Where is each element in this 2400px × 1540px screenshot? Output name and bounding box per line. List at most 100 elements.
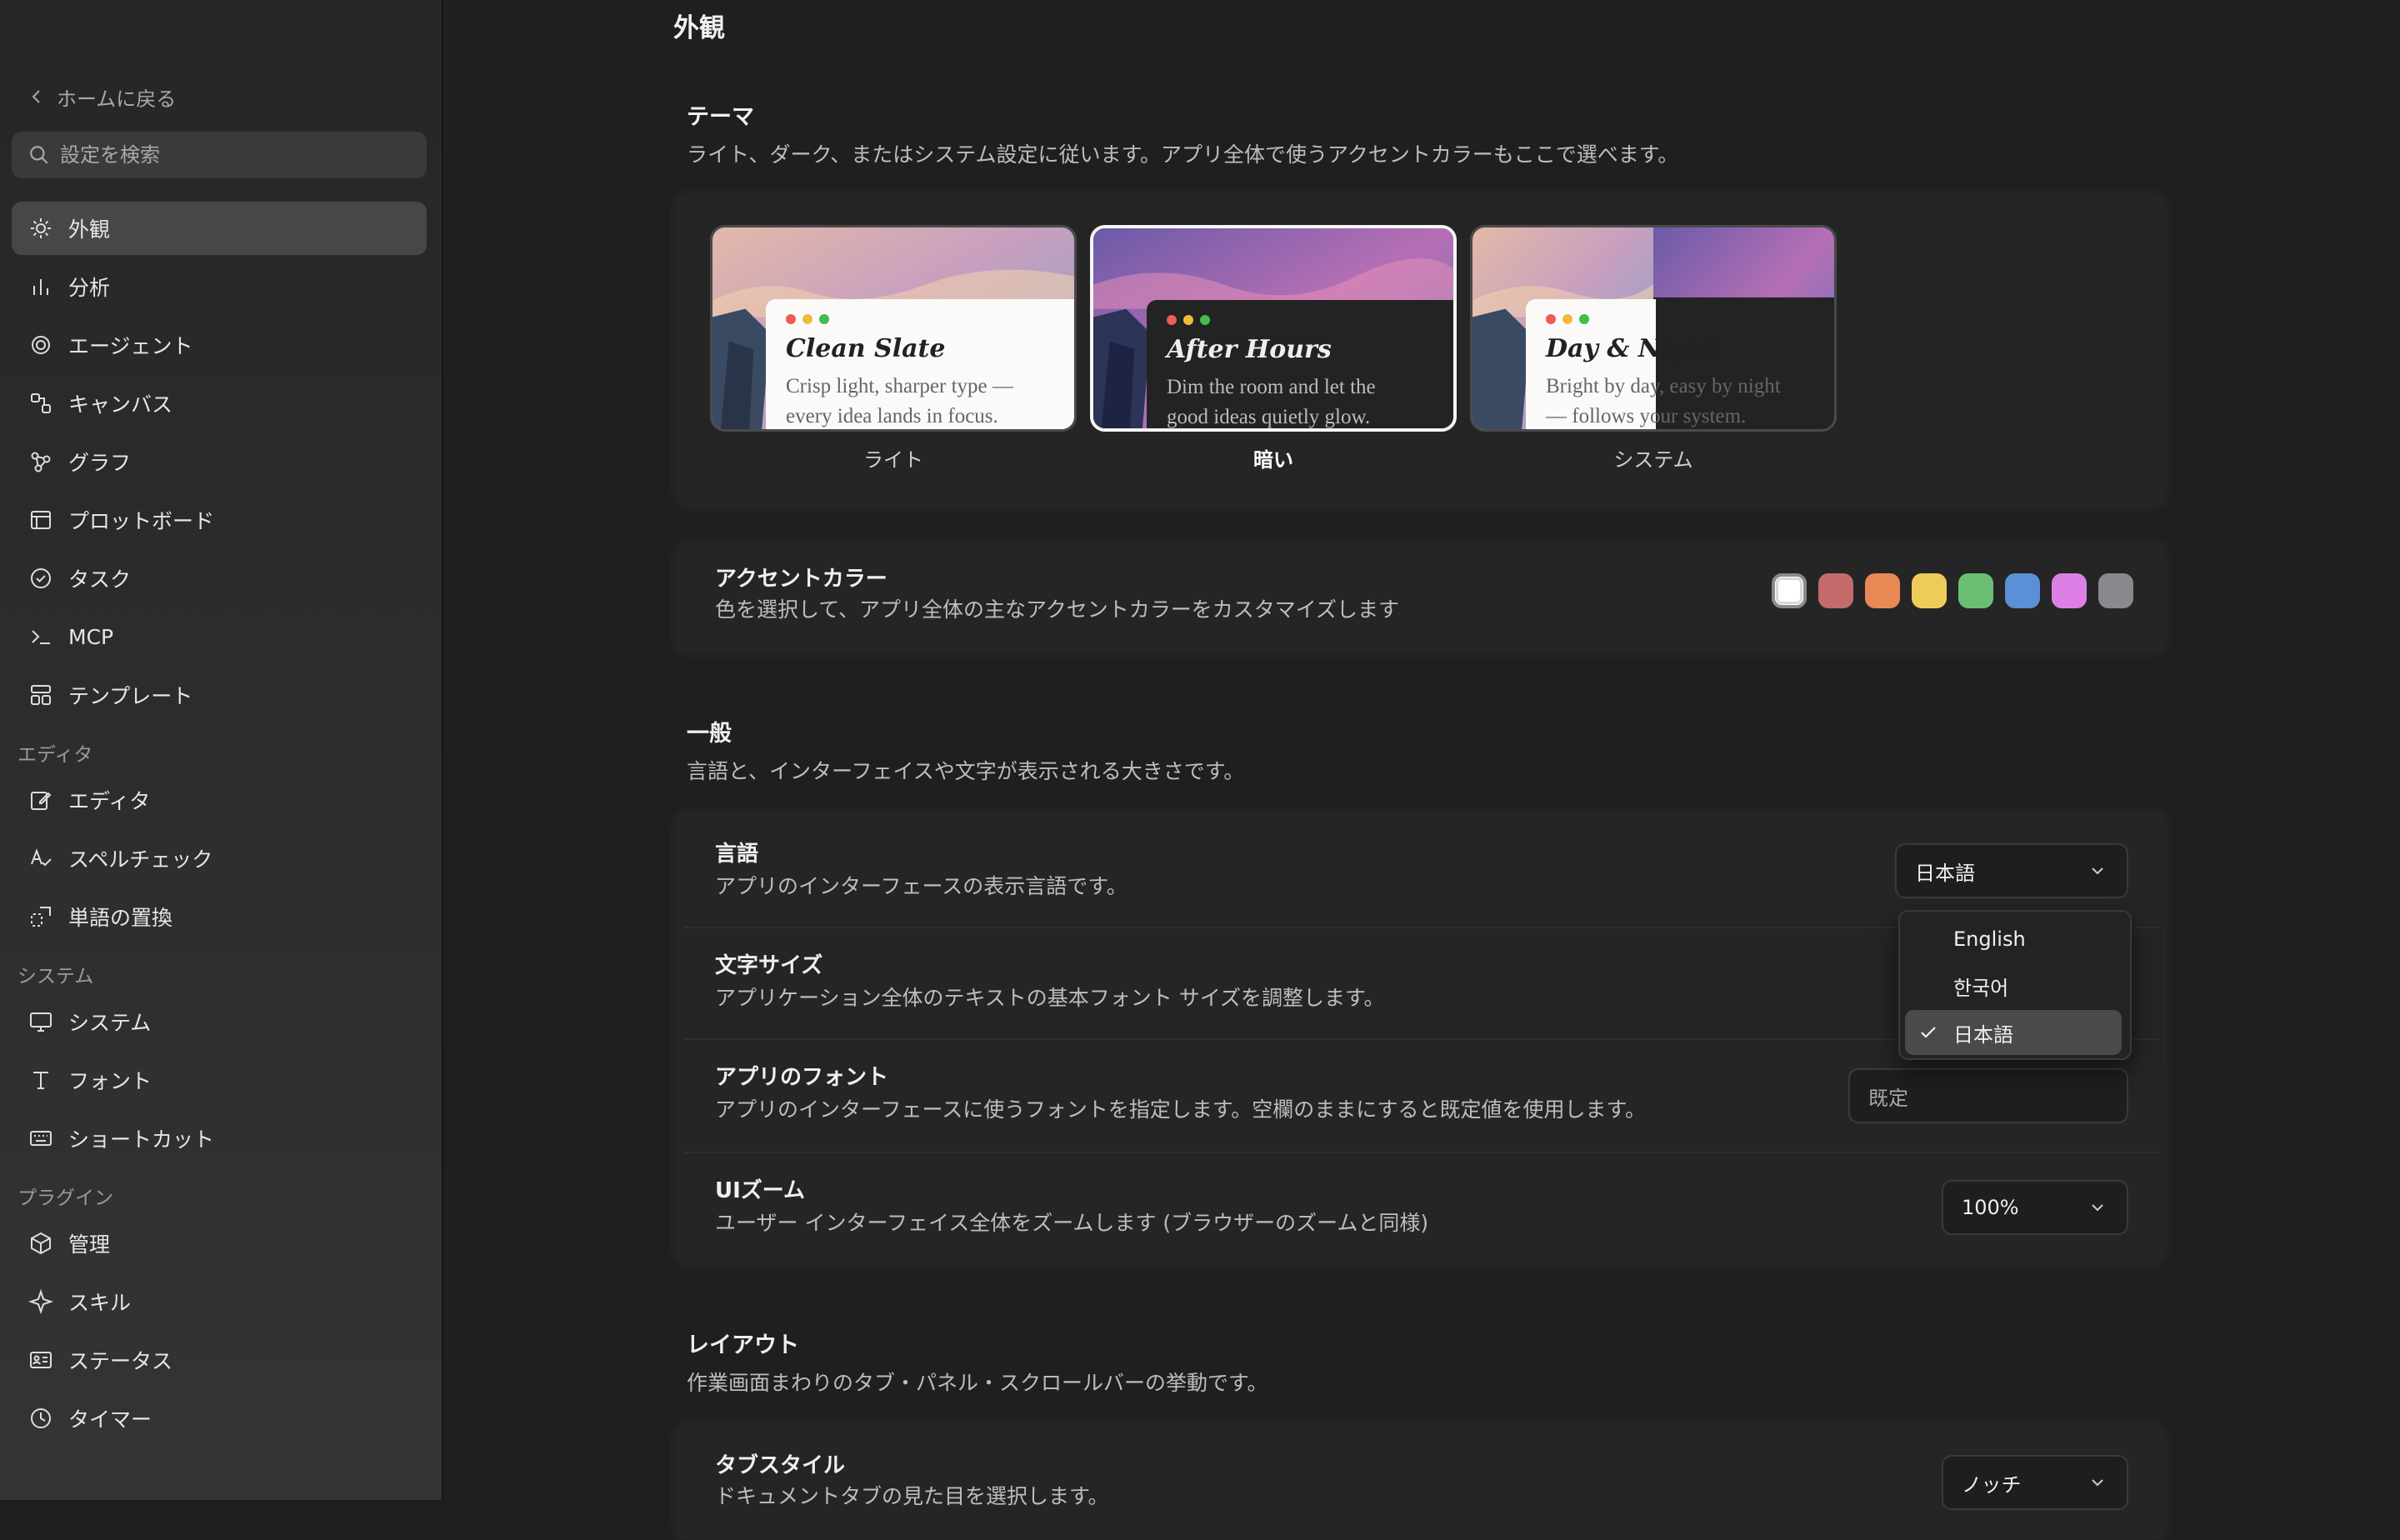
sidebar-item-agent[interactable]: エージェント [12,318,427,372]
layout-section-description: 作業画面まわりのタブ・パネル・スクロールバーの挙動です。 [687,1371,1268,1395]
theme-section-description: ライト、ダーク、またはシステム設定に従います。アプリ全体で使うアクセントカラーも… [687,142,1679,167]
row-separator [683,1152,2158,1153]
page-title: 外観 [673,13,725,43]
preview-tagline-light-2: every idea lands in focus. [786,405,998,428]
theme-label-system: システム [1613,448,1693,472]
check-circle-icon [31,568,51,588]
tab-style-select[interactable]: ノッチ [1942,1455,2128,1510]
sidebar-item-label: ショートカット [68,1128,215,1152]
sidebar-item-shortcuts[interactable]: ショートカット [12,1112,427,1165]
sidebar-item-label: グラフ [68,451,132,475]
sidebar-item-label: 単語の置換 [68,906,173,930]
sidebar-item-status[interactable]: ステータス [12,1333,427,1387]
language-dropdown-menu: English 한국어 日本語 [1898,910,2132,1060]
sidebar-item-label: システム [68,1011,152,1035]
accent-swatch[interactable] [2005,573,2040,608]
language-option-korean[interactable]: 한국어 [1905,963,2122,1008]
language-option-japanese[interactable]: 日本語 [1905,1010,2122,1055]
accent-color-description: 色を選択して、アプリ全体の主なアクセントカラーをカスタマイズします [715,598,1400,622]
sidebar-item-timer[interactable]: タイマー [12,1392,427,1445]
font-size-description: アプリケーション全体のテキストの基本フォント サイズを調整します。 [715,986,1385,1010]
theme-card: Clean Slate Crisp light, sharper type — … [675,193,2167,507]
sidebar-item-label: エージェント [68,334,193,358]
theme-option-light[interactable]: Clean Slate Crisp light, sharper type — … [710,225,1077,472]
accent-swatch[interactable] [2052,573,2087,608]
preview-tagline-dark-2: good ideas quietly glow. [1167,406,1371,428]
sidebar-item-templates[interactable]: テンプレート [12,668,427,722]
sidebar-item-graph[interactable]: グラフ [12,435,427,488]
accent-swatch[interactable] [1772,573,1807,608]
theme-option-dark[interactable]: After Hours Dim the room and let the goo… [1090,225,1457,472]
search-input[interactable] [58,142,412,168]
language-description: アプリのインターフェースの表示言語です。 [715,874,1128,898]
sidebar-item-label: タスク [68,568,132,592]
language-select[interactable]: 日本語 [1895,843,2128,898]
spellcheck-icon [31,848,52,867]
settings-search[interactable] [12,132,427,178]
accent-swatch[interactable] [1865,573,1900,608]
language-select-value: 日本語 [1915,861,1975,885]
sidebar-item-font[interactable]: フォント [12,1053,427,1107]
sidebar-item-label: フォント [68,1069,152,1093]
general-section-title: 一般 [687,721,732,747]
theme-option-system[interactable]: Day & Night Bright by day, easy by night… [1470,225,1837,472]
package-icon [31,1232,51,1255]
theme-preview-system: Day & Night Bright by day, easy by night… [1470,225,1837,432]
sidebar-item-word-replace[interactable]: 単語の置換 [12,890,427,943]
sidebar-item-editor[interactable]: エディタ [12,773,427,827]
language-option-japanese-label: 日本語 [1953,1022,2013,1047]
accent-swatch[interactable] [1958,573,1993,608]
theme-section-title: テーマ [687,104,754,130]
sidebar-item-label: 外観 [68,218,111,242]
preview-window-system: Day & Night Bright by day, easy by night… [1526,299,1834,429]
preview-title-dark: After Hours [1167,335,1332,364]
back-home-link[interactable]: ホームに戻る [28,80,176,113]
terminal-icon [32,630,50,644]
ui-zoom-select[interactable]: 100% [1942,1180,2128,1235]
sidebar-section-editor: エディタ [18,744,93,766]
replace-icon [31,907,51,927]
sidebar-item-label: スキル [68,1291,132,1315]
ui-zoom-description: ユーザー インターフェイス全体をズームします (ブラウザーのズームと同様) [715,1211,1429,1235]
sidebar-item-label: 管理 [68,1232,111,1257]
agent-swirl-icon [32,336,50,354]
accent-swatch[interactable] [2098,573,2133,608]
language-option-english[interactable]: English [1905,917,2122,962]
accent-swatch[interactable] [1912,573,1947,608]
preview-window-dark: After Hours Dim the room and let the goo… [1147,300,1453,428]
sidebar-item-manage[interactable]: 管理 [12,1217,427,1270]
accent-swatch-list [1772,573,2133,608]
search-icon [30,146,48,164]
sparkle-icon [28,1289,53,1314]
sidebar-divider [442,0,443,1500]
sidebar-section-plugins: プラグイン [18,1188,113,1209]
sidebar-item-spellcheck[interactable]: スペルチェック [12,832,427,885]
sidebar-item-plotboard[interactable]: プロットボード [12,493,427,547]
accent-swatch[interactable] [1818,573,1853,608]
checkmark-icon [1921,1027,1936,1038]
preview-tagline-light-1: Crisp light, sharper type — [786,375,1013,398]
chevron-down-icon [2092,868,2103,875]
sidebar-item-analytics[interactable]: 分析 [12,260,427,313]
keyboard-icon [30,1131,52,1146]
sidebar-item-mcp[interactable]: MCP [12,610,427,663]
sidebar-item-tasks[interactable]: タスク [12,552,427,605]
sidebar-item-label: エディタ [68,789,151,813]
preview-title-system: Day & Night [1546,334,1718,363]
sidebar-item-canvas[interactable]: キャンバス [12,377,427,430]
sidebar-item-system[interactable]: システム [12,995,427,1048]
sidebar-section-system: システム [18,966,94,988]
sidebar-item-appearance[interactable]: 外観 [12,202,427,255]
sidebar-item-skills[interactable]: スキル [12,1275,427,1328]
theme-label-light: ライト [863,448,923,472]
sidebar-nav: 外観 分析 エージェント キャンバス グラフ プロットボード タスク MCP テ… [12,202,427,1450]
settings-sidebar: ホームに戻る 外観 分析 エージェント キャンバス グラフ プロットボード [0,0,442,1500]
ui-zoom-select-value: 100% [1962,1196,2019,1219]
canvas-icon [31,393,51,413]
graph-icon [31,452,51,472]
chevron-down-icon [2092,1204,2103,1212]
app-font-input[interactable]: 既定 [1848,1068,2128,1123]
sidebar-item-label: MCP [68,624,114,649]
sidebar-item-label: スペルチェック [68,848,213,872]
accent-color-card: アクセントカラー 色を選択して、アプリ全体の主なアクセントカラーをカスタマイズし… [675,542,2167,653]
